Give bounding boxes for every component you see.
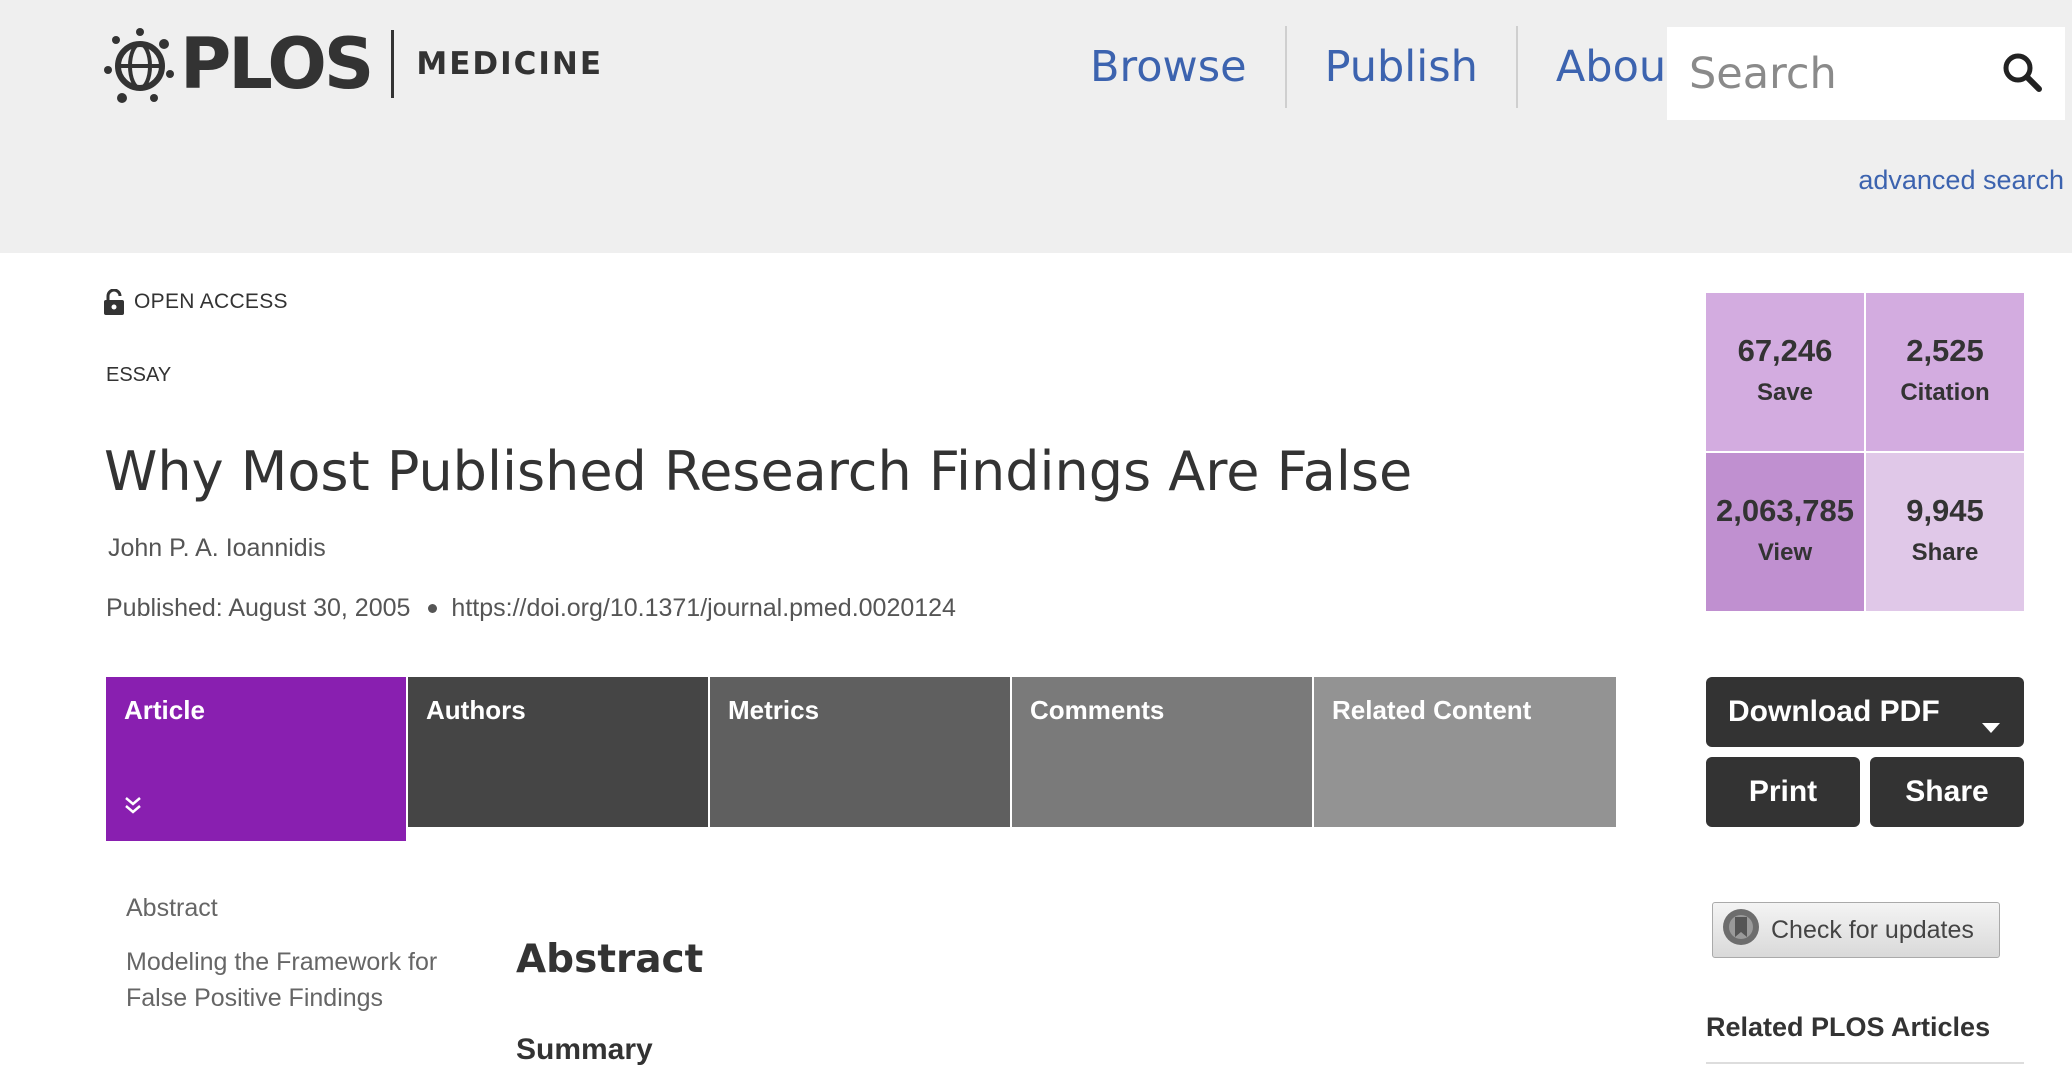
metric-value: 2,525 — [1906, 333, 1984, 368]
advanced-search-link[interactable]: advanced search — [1858, 165, 2064, 196]
check-for-updates-button[interactable]: Check for updates — [1712, 902, 2000, 958]
main-nav: Browse Publish About — [1052, 26, 1721, 108]
open-access-label: OPEN ACCESS — [134, 290, 288, 313]
metric-label: Save — [1756, 379, 1814, 406]
subheading-summary: Summary — [516, 1033, 653, 1066]
open-access-badge: OPEN ACCESS — [104, 289, 288, 315]
article-type: ESSAY — [106, 364, 172, 386]
double-chevron-down-icon — [122, 792, 144, 823]
article-title: Why Most Published Research Findings Are… — [104, 440, 1413, 503]
logo-text: PLOS — [180, 23, 374, 105]
search-box — [1667, 27, 2065, 120]
metric-value: 67,246 — [1737, 333, 1833, 368]
check-for-updates-label: Check for updates — [1771, 915, 1974, 944]
caret-down-icon[interactable] — [1982, 707, 2000, 741]
download-pdf-button[interactable]: Download PDF — [1706, 677, 2024, 747]
metric-label: Share — [1911, 539, 1979, 566]
tab-label: Authors — [426, 695, 526, 725]
doi-link[interactable]: https://doi.org/10.1371/journal.pmed.002… — [451, 594, 956, 623]
tab-article[interactable]: Article — [106, 677, 406, 841]
section-heading-abstract: Abstract — [516, 937, 704, 982]
search-input[interactable] — [1667, 48, 1967, 99]
toc-item-modeling-framework[interactable]: Modeling the Framework for False Positiv… — [126, 944, 446, 1016]
download-pdf-label: Download PDF — [1728, 695, 1940, 728]
metric-view[interactable]: 2,063,785 View — [1706, 453, 1864, 611]
toc-item-abstract[interactable]: Abstract — [126, 890, 446, 926]
related-articles-heading: Related PLOS Articles — [1706, 1012, 1991, 1042]
metric-share[interactable]: 9,945 Share — [1866, 453, 2024, 611]
separator-dot — [428, 604, 438, 613]
nav-browse[interactable]: Browse — [1052, 26, 1285, 108]
logo-divider — [391, 30, 395, 98]
print-button[interactable]: Print — [1706, 757, 1860, 827]
journal-name: MEDICINE — [416, 46, 604, 82]
tab-authors[interactable]: Authors — [408, 677, 708, 827]
nav-publish[interactable]: Publish — [1287, 26, 1516, 108]
metric-save[interactable]: 67,246 Save — [1706, 293, 1864, 451]
article-authors[interactable]: John P. A. Ioannidis — [108, 534, 326, 563]
metric-label: Citation — [1900, 379, 1990, 406]
tab-label: Related Content — [1332, 695, 1532, 725]
tab-label: Article — [124, 695, 205, 725]
metric-value: 2,063,785 — [1716, 493, 1854, 528]
divider — [1706, 1062, 2024, 1064]
tab-label: Comments — [1030, 695, 1165, 725]
tab-label: Metrics — [728, 695, 820, 725]
article-metrics-grid: 67,246 Save 2,525 Citation 2,063,785 Vie… — [1706, 293, 2024, 611]
plos-medicine-logo[interactable]: PLOS MEDICINE — [104, 24, 603, 104]
metric-citation[interactable]: 2,525 Citation — [1866, 293, 2024, 451]
tab-related-content[interactable]: Related Content — [1314, 677, 1616, 827]
table-of-contents: Abstract Modeling the Framework for Fals… — [126, 890, 446, 1034]
crossmark-icon — [1721, 907, 1761, 954]
search-icon[interactable] — [2001, 51, 2043, 98]
publication-info: Published: August 30, 2005 https://doi.o… — [106, 594, 956, 623]
tab-comments[interactable]: Comments — [1012, 677, 1312, 827]
unlock-icon — [104, 289, 124, 315]
published-date: Published: August 30, 2005 — [106, 594, 411, 622]
site-header: PLOS MEDICINE Browse Publish About advan… — [0, 0, 2072, 253]
metric-value: 9,945 — [1906, 493, 1984, 528]
article-tabs: Article Authors Metrics Comments Related… — [106, 677, 1616, 841]
metric-label: View — [1757, 539, 1813, 566]
plos-globe-icon — [104, 28, 174, 103]
share-button[interactable]: Share — [1870, 757, 2024, 827]
tab-metrics[interactable]: Metrics — [710, 677, 1010, 827]
